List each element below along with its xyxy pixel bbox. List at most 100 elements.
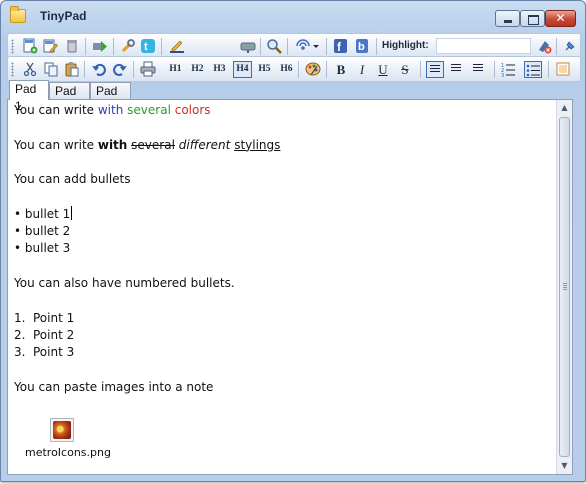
heading-2-button[interactable]: H2: [188, 61, 207, 78]
edit-note-icon[interactable]: [42, 38, 58, 54]
toolbar-separator: [556, 38, 557, 55]
toolbar-separator: [161, 38, 162, 55]
numbered-intro-line: You can also have numbered bullets.: [14, 275, 235, 290]
italic-word: different: [178, 137, 231, 152]
align-left-icon: [430, 65, 440, 74]
title-bar[interactable]: TinyPad ✕: [1, 1, 585, 31]
numbered-item-number: 2.: [14, 327, 26, 342]
bullet-item: • bullet 2: [14, 224, 71, 239]
minimize-button[interactable]: [495, 10, 520, 27]
underline-button[interactable]: U: [375, 61, 391, 78]
toolbar-separator: [326, 38, 327, 55]
align-center-icon: [451, 64, 461, 73]
scroll-thumb[interactable]: [559, 117, 570, 457]
numbered-item-number: 1.: [14, 310, 26, 325]
images-intro-line: You can paste images into a note: [14, 379, 214, 394]
italic-button[interactable]: I: [354, 61, 370, 78]
search-icon[interactable]: [266, 38, 282, 54]
redo-icon[interactable]: [112, 61, 128, 77]
delete-note-icon[interactable]: [64, 38, 80, 54]
toolbar-separator: [287, 38, 288, 55]
text-caret: [71, 205, 73, 220]
bullet-list-icon: [526, 64, 540, 77]
align-right-icon: [473, 64, 483, 73]
align-right-button[interactable]: [470, 61, 488, 78]
toolbar-separator: [326, 61, 327, 78]
forward-icon[interactable]: [92, 38, 108, 54]
maximize-icon: [528, 15, 539, 25]
heading-3-button[interactable]: H3: [210, 61, 229, 78]
blue-word: with: [97, 103, 124, 117]
bold-button[interactable]: B: [333, 61, 349, 78]
palette-icon[interactable]: [305, 61, 321, 77]
paste-icon[interactable]: [64, 61, 80, 77]
strike-word: several: [131, 137, 175, 152]
pasted-image-attachment[interactable]: [46, 418, 76, 444]
close-icon: ✕: [555, 11, 566, 25]
tools-icon[interactable]: [120, 38, 136, 54]
tab-pad-3[interactable]: Pad 3: [90, 82, 131, 115]
underline-word: stylings: [234, 137, 281, 152]
minimize-icon: [504, 20, 512, 23]
note-editor[interactable]: You can write with several colors You ca…: [7, 99, 573, 475]
clear-highlight-icon[interactable]: [536, 38, 552, 54]
cut-icon[interactable]: [22, 61, 38, 77]
colors-line: You can write with several colors: [14, 102, 554, 119]
undo-icon[interactable]: [91, 61, 107, 77]
copy-icon[interactable]: [43, 61, 59, 77]
stylings-line: You can write with several different sty…: [14, 137, 554, 154]
tab-pad-1[interactable]: Pad 1: [9, 80, 49, 113]
bullet-item: • bullet 1: [14, 205, 554, 223]
bullet-list-button[interactable]: [524, 61, 542, 78]
red-word: colors: [174, 103, 211, 117]
toolbar-grip[interactable]: [11, 62, 14, 77]
twitter-icon[interactable]: t: [140, 38, 156, 54]
heading-6-button[interactable]: H6: [277, 61, 296, 78]
network-drive-icon[interactable]: [240, 38, 256, 54]
image-icon[interactable]: [555, 61, 571, 77]
colors-line-prefix: You can write: [14, 103, 98, 117]
highlight-input[interactable]: [436, 38, 531, 54]
numbered-item-text: Point 1: [33, 310, 75, 325]
bold-word: with: [97, 137, 128, 152]
toolbar-separator: [133, 61, 134, 78]
bookmark-icon[interactable]: b: [354, 38, 370, 54]
toolbar-separator: [298, 61, 299, 78]
align-center-button[interactable]: [448, 61, 466, 78]
numbered-list-icon: 123: [501, 63, 515, 79]
print-icon[interactable]: [140, 61, 156, 77]
chevron-down-icon[interactable]: [312, 38, 320, 54]
vertical-scrollbar[interactable]: ▲ ▼: [556, 100, 572, 474]
highlight-label: Highlight:: [382, 40, 429, 51]
numbered-item: 2. Point 2: [14, 327, 554, 344]
strikethrough-button[interactable]: S: [397, 61, 413, 78]
heading-5-button[interactable]: H5: [255, 61, 274, 78]
numbered-list-button[interactable]: 123: [500, 61, 518, 79]
heading-1-button[interactable]: H1: [166, 61, 185, 78]
window-title: TinyPad: [40, 9, 87, 23]
tab-pad-2[interactable]: Pad 2: [49, 82, 90, 115]
scroll-down-button[interactable]: ▼: [557, 458, 572, 474]
svg-text:t: t: [144, 41, 148, 53]
maximize-button[interactable]: [520, 10, 545, 27]
toolbar-separator: [84, 61, 85, 78]
heading-4-button[interactable]: H4: [233, 61, 252, 78]
scroll-up-button[interactable]: ▲: [557, 100, 572, 116]
toolbar-grip[interactable]: [11, 39, 14, 54]
facebook-icon[interactable]: f: [333, 38, 349, 54]
note-content[interactable]: You can write with several colors You ca…: [14, 102, 554, 396]
app-window: TinyPad ✕ t f b Highlight: H1 H2 H3 H4 H…: [0, 0, 586, 482]
svg-text:3: 3: [501, 73, 504, 77]
toolbar-separator: [260, 38, 261, 55]
radio-icon[interactable]: [295, 38, 311, 54]
new-note-icon[interactable]: [22, 38, 38, 54]
close-button[interactable]: ✕: [545, 10, 576, 27]
pin-icon[interactable]: [562, 38, 578, 54]
edit-sign-icon[interactable]: [169, 38, 185, 54]
numbered-item-number: 3.: [14, 345, 26, 360]
align-left-button[interactable]: [426, 61, 444, 78]
bullet-item: • bullet 3: [14, 241, 71, 256]
green-word: several: [127, 103, 171, 117]
bullets-intro-line: You can add bullets: [14, 172, 131, 187]
format-toolbar: H1 H2 H3 H4 H5 H6 B I U S 123: [7, 56, 581, 82]
